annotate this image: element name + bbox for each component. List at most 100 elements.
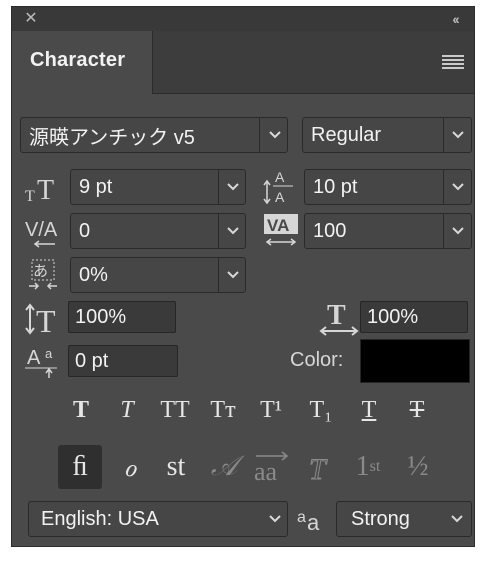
close-icon[interactable]: ✕ <box>22 9 40 29</box>
leading-field[interactable]: 10 pt <box>304 169 472 205</box>
svg-text:T: T <box>37 175 54 206</box>
titling-alternates-button[interactable]: T <box>298 445 342 489</box>
svg-text:T: T <box>309 453 328 483</box>
chevron-down-icon[interactable] <box>219 258 247 292</box>
chevron-down-icon[interactable] <box>261 118 289 152</box>
tsume-field[interactable]: 0% <box>70 257 246 293</box>
tab-character-label: Character <box>30 49 126 71</box>
ordinals-sup: st <box>369 458 381 475</box>
chevron-down-icon[interactable] <box>219 214 247 248</box>
svg-text:A: A <box>275 189 285 205</box>
stylistic-alternates-icon: aa <box>254 451 289 484</box>
kerning-field[interactable]: 0 <box>70 213 246 249</box>
svg-text:aa: aa <box>254 457 278 484</box>
discretionary-ligatures-button[interactable]: st <box>154 445 198 489</box>
svg-text:T: T <box>36 303 56 339</box>
panel-menu-icon[interactable] <box>442 55 464 71</box>
horizontal-scale-value: 100% <box>367 305 419 328</box>
vertical-scale-icon: T <box>24 301 64 339</box>
all-caps-button[interactable]: TT <box>156 391 194 429</box>
kerning-icon: V/A <box>24 213 64 249</box>
baseline-shift-value: 0 pt <box>75 349 109 372</box>
svg-text:a: a <box>307 510 320 535</box>
subscript-label: T₁ <box>309 396 333 423</box>
superscript-button[interactable]: T¹ <box>252 391 290 429</box>
titling-alternates-icon: T <box>309 453 329 484</box>
font-family-dropdown[interactable]: 源暎アンチック v5 <box>20 117 288 153</box>
svg-text:a: a <box>297 509 306 526</box>
chevron-down-icon[interactable] <box>444 214 472 248</box>
anti-alias-value: Strong <box>351 507 410 530</box>
character-panel: ✕ ‹‹ Character 源暎アンチック v5 Regular T T 9 … <box>11 6 475 547</box>
chevron-down-icon[interactable] <box>444 118 472 152</box>
baseline-shift-field[interactable]: 0 pt <box>68 345 178 377</box>
swash-button[interactable]: 𝒜 <box>202 445 246 489</box>
fractions-label: ½ <box>407 451 429 482</box>
svg-text:T: T <box>25 188 35 205</box>
faux-italic-button[interactable]: T <box>108 391 146 429</box>
svg-text:a: a <box>45 346 53 361</box>
tab-character[interactable]: Character <box>12 31 153 94</box>
horizontal-scale-icon: T <box>318 299 360 337</box>
leading-icon: A A <box>262 167 298 205</box>
vertical-scale-field[interactable]: 100% <box>68 301 176 333</box>
baseline-shift-icon: A a <box>24 343 64 379</box>
font-size-field[interactable]: 9 pt <box>70 169 246 205</box>
strikethrough-label: T <box>409 396 425 423</box>
font-family-value: 源暎アンチック v5 <box>29 126 195 149</box>
small-caps-button[interactable]: Tт <box>204 391 242 429</box>
tracking-value: 100 <box>313 219 347 242</box>
horizontal-scale-field[interactable]: 100% <box>360 301 468 333</box>
svg-text:VA: VA <box>267 216 289 235</box>
anti-alias-dropdown[interactable]: Strong <box>336 501 472 537</box>
color-swatch[interactable] <box>360 339 470 383</box>
leading-value: 10 pt <box>313 175 358 198</box>
contextual-alternates-button[interactable]: ℴ <box>108 445 152 489</box>
svg-text:A: A <box>27 347 41 369</box>
font-style-dropdown[interactable]: Regular <box>302 117 472 153</box>
ordinals-label: 1 <box>355 451 370 482</box>
fractions-button[interactable]: ½ <box>396 445 440 489</box>
font-size-icon: T T <box>24 171 62 206</box>
underline-label: T <box>361 396 377 423</box>
subscript-button[interactable]: T₁ <box>302 391 340 429</box>
color-label: Color: <box>290 349 344 371</box>
faux-bold-button[interactable]: T <box>62 391 100 429</box>
superscript-label: T¹ <box>260 396 282 423</box>
font-size-value: 9 pt <box>79 175 113 198</box>
faux-bold-label: T <box>72 396 89 423</box>
ordinals-button[interactable]: 1st <box>346 445 390 489</box>
chevron-down-icon[interactable] <box>444 170 472 204</box>
svg-text:A: A <box>275 169 285 185</box>
language-dropdown[interactable]: English: USA <box>28 501 288 537</box>
chevron-down-icon[interactable] <box>443 502 471 536</box>
small-caps-label: Tт <box>210 396 236 423</box>
tab-strip: Character <box>12 31 474 94</box>
all-caps-label: TT <box>160 396 190 423</box>
swash-label: 𝒜 <box>210 451 238 482</box>
faux-italic-label: T <box>120 396 134 423</box>
tracking-field[interactable]: 100 <box>304 213 472 249</box>
collapse-icon[interactable]: ‹‹ <box>444 9 466 29</box>
language-value: English: USA <box>41 507 159 530</box>
standard-ligatures-label: ﬁ <box>72 451 88 482</box>
contextual-alternates-label: ℴ <box>123 452 137 483</box>
chevron-down-icon[interactable] <box>261 502 289 536</box>
underline-button[interactable]: T <box>350 391 388 429</box>
svg-text:あ: あ <box>33 262 48 280</box>
anti-alias-icon: a a <box>296 503 330 535</box>
panel-titlebar: ✕ ‹‹ <box>12 7 474 31</box>
stylistic-alternates-button[interactable]: aa <box>250 445 294 489</box>
standard-ligatures-button[interactable]: ﬁ <box>58 445 102 489</box>
svg-text:V/A: V/A <box>25 219 58 241</box>
discretionary-ligatures-label: st <box>166 451 186 482</box>
svg-text:T: T <box>327 300 346 331</box>
tsume-value: 0% <box>79 263 108 286</box>
chevron-down-icon[interactable] <box>219 170 247 204</box>
kerning-value: 0 <box>79 219 91 242</box>
tsume-icon: あ <box>26 257 62 293</box>
font-style-value: Regular <box>311 123 382 146</box>
strikethrough-button[interactable]: T <box>398 391 436 429</box>
tracking-icon: VA <box>262 211 300 249</box>
vertical-scale-value: 100% <box>75 305 127 328</box>
